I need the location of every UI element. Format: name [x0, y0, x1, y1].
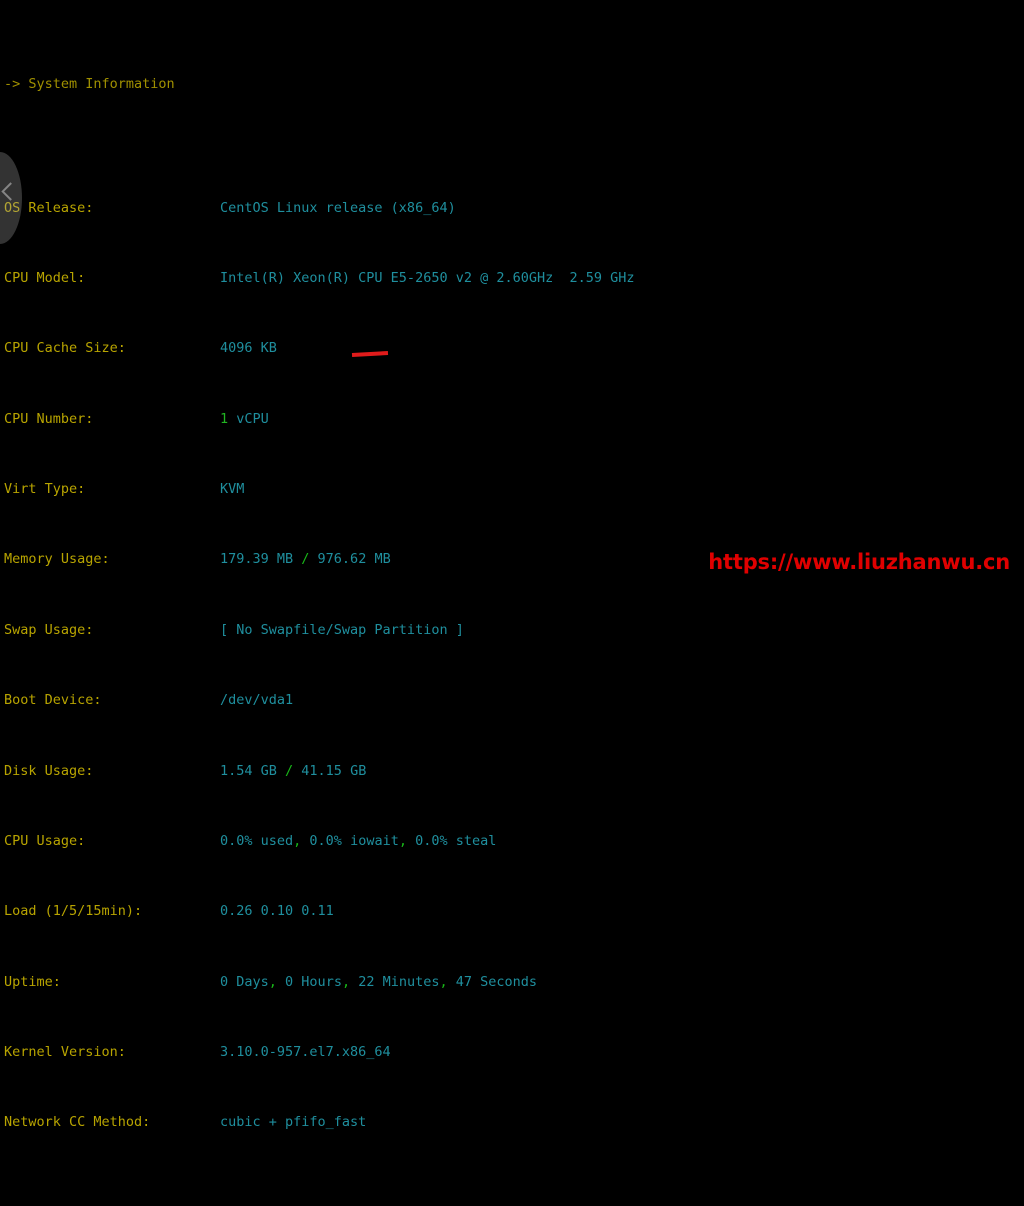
- value-boot-device: /dev/vda1: [220, 692, 294, 709]
- info-row-kernel-version: Kernel Version: 3.10.0-957.el7.x86_64: [4, 1044, 1024, 1062]
- site-watermark: https://www.liuzhanwu.cn: [708, 550, 1010, 574]
- value-cpu-number-count: 1: [220, 410, 229, 427]
- value-cpu-steal: 0.0% steal: [406, 832, 497, 849]
- value-disk-used: 1.54 GB: [220, 762, 286, 779]
- info-row-cpu-model: CPU Model: Intel(R) Xeon(R) CPU E5-2650 v…: [4, 270, 1024, 288]
- label-network-cc-method: Network CC Method:: [4, 1114, 151, 1131]
- label-uptime: Uptime:: [4, 973, 61, 990]
- label-cpu-number: CPU Number:: [4, 410, 94, 427]
- value-cpu-iowait: 0.0% iowait: [301, 832, 399, 849]
- value-memory-used: 179.39 MB: [220, 551, 302, 568]
- section-header-system: -> System Information: [4, 76, 175, 93]
- info-row-cpu-usage: CPU Usage: 0.0% used, 0.0% iowait, 0.0% s…: [4, 833, 1024, 851]
- info-row-cpu-number: CPU Number: 1 vCPU: [4, 411, 1024, 429]
- value-disk-separator: /: [285, 762, 294, 779]
- value-network-cc-method: cubic + pfifo_fast: [220, 1114, 367, 1131]
- label-boot-device: Boot Device:: [4, 692, 102, 709]
- value-cpu-model: Intel(R) Xeon(R) CPU E5-2650 v2 @ 2.60GH…: [220, 269, 635, 286]
- info-row-virt-type: Virt Type: KVM: [4, 481, 1024, 499]
- value-cpu-separator-1: ,: [293, 832, 302, 849]
- terminal-output: -> System Information OS Release: CentOS …: [0, 0, 1024, 1130]
- info-row-cpu-cache-size: CPU Cache Size: 4096 KB: [4, 340, 1024, 358]
- value-load-average: 0.26 0.10 0.11: [220, 903, 334, 920]
- info-row-os-release: OS Release: CentOS Linux release (x86_64): [4, 200, 1024, 218]
- value-cpu-separator-2: ,: [398, 832, 407, 849]
- info-row-load-average: Load (1/5/15min): 0.26 0.10 0.11: [4, 903, 1024, 921]
- label-swap-usage: Swap Usage:: [4, 621, 94, 638]
- value-uptime-days: 0 Days: [220, 973, 269, 990]
- label-load-average: Load (1/5/15min):: [4, 903, 143, 920]
- label-memory-usage: Memory Usage:: [4, 551, 110, 568]
- info-row-disk-usage: Disk Usage: 1.54 GB / 41.15 GB: [4, 763, 1024, 781]
- value-cpu-cache-size: 4096 KB: [220, 340, 277, 357]
- value-uptime-hours: 0 Hours: [276, 973, 342, 990]
- value-uptime-separator-3: ,: [439, 973, 448, 990]
- label-kernel-version: Kernel Version:: [4, 1044, 126, 1061]
- value-cpu-number-unit: vCPU: [228, 410, 269, 427]
- value-os-release: CentOS Linux release (x86_64): [220, 199, 456, 216]
- label-disk-usage: Disk Usage:: [4, 762, 94, 779]
- value-uptime-minutes: 22 Minutes: [350, 973, 440, 990]
- value-kernel-version: 3.10.0-957.el7.x86_64: [220, 1044, 391, 1061]
- value-swap-usage: [ No Swapfile/Swap Partition ]: [220, 621, 464, 638]
- value-uptime-separator-1: ,: [268, 973, 277, 990]
- value-virt-type: KVM: [220, 481, 245, 498]
- value-cpu-used: 0.0% used: [220, 832, 294, 849]
- label-cpu-usage: CPU Usage:: [4, 832, 86, 849]
- info-row-boot-device: Boot Device: /dev/vda1: [4, 692, 1024, 710]
- info-row-uptime: Uptime: 0 Days, 0 Hours, 22 Minutes, 47 S…: [4, 974, 1024, 992]
- label-os-release: OS Release:: [4, 199, 94, 216]
- label-virt-type: Virt Type:: [4, 481, 86, 498]
- label-cpu-cache-size: CPU Cache Size:: [4, 340, 126, 357]
- label-cpu-model: CPU Model:: [4, 269, 86, 286]
- value-uptime-seconds: 47 Seconds: [447, 973, 538, 990]
- value-uptime-separator-2: ,: [341, 973, 351, 990]
- info-row-swap-usage: Swap Usage: [ No Swapfile/Swap Partition …: [4, 622, 1024, 640]
- info-row-network-cc-method: Network CC Method: cubic + pfifo_fast: [4, 1114, 1024, 1132]
- value-disk-total: 41.15 GB: [293, 762, 367, 779]
- value-memory-total: 976.62 MB: [309, 551, 391, 568]
